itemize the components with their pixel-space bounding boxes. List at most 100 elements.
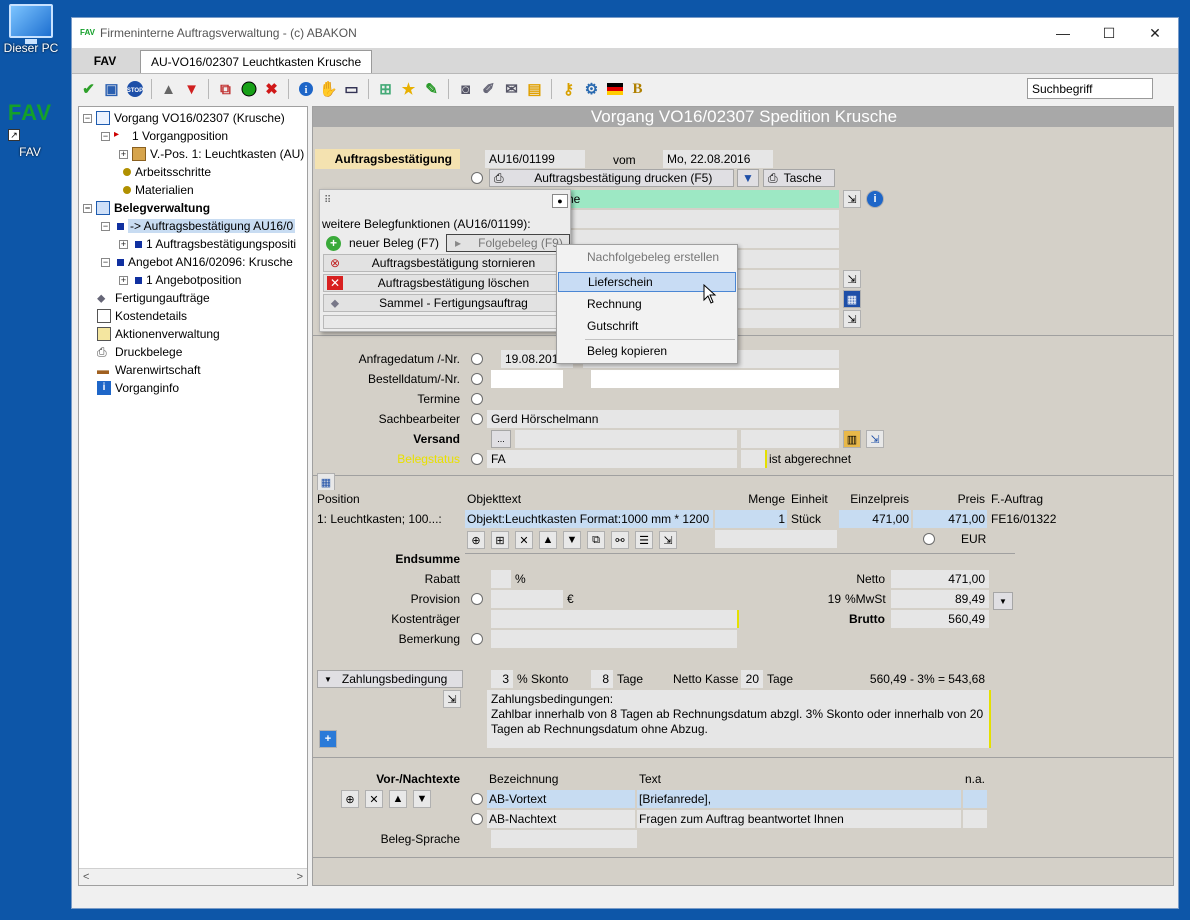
tree-item-auftragsbestaetigung[interactable]: − -> Auftragsbestätigung AU16/0 (101, 217, 296, 235)
german-flag-icon[interactable] (604, 78, 625, 100)
mwst-dropdown-icon[interactable]: ▼ (993, 592, 1013, 610)
belegstatus-radio[interactable] (471, 453, 483, 465)
position-extra-field[interactable] (715, 530, 837, 548)
print-dropdown-button[interactable]: ▼ (737, 169, 759, 187)
cell-einzelpreis[interactable]: 471,00 (839, 510, 911, 528)
tree-horizontal-scrollbar[interactable]: < > (79, 868, 307, 885)
provision-field[interactable] (491, 590, 563, 608)
bold-b-icon[interactable]: B (627, 78, 648, 100)
bemerkung-field[interactable] (491, 630, 737, 648)
tree-item-arbeitsschritte[interactable]: Arbeitsschritte (119, 163, 211, 181)
add-position-icon[interactable]: ⊕ (467, 531, 485, 549)
tree-item-materialien[interactable]: Materialien (119, 181, 194, 199)
sachbearbeiter-radio[interactable] (471, 413, 483, 425)
tree-item-druckbelege[interactable]: ⎙ Druckbelege (97, 343, 182, 361)
zahlungsbedingung-text[interactable]: Zahlungsbedingungen: Zahlbar innerhalb v… (487, 690, 989, 748)
settings-icon[interactable]: ⚙ (581, 78, 602, 100)
remove-text-icon[interactable]: ✕ (365, 790, 383, 808)
versand-extra-field[interactable] (741, 430, 839, 448)
camera-icon[interactable]: ◙ (455, 78, 476, 100)
cell-position[interactable]: 1: Leuchtkasten; 100...: (315, 510, 463, 528)
tree-item-vorganginfo[interactable]: i Vorganginfo (97, 379, 179, 397)
calendar-icon[interactable]: ▦ (317, 473, 335, 491)
expand-icon[interactable]: + (119, 149, 128, 159)
sammel-button[interactable]: ⬥ Sammel - Fertigungsauftrag (323, 294, 559, 312)
cell-objekttext[interactable]: Objekt:Leuchtkasten Format:1000 mm * 120… (465, 510, 713, 528)
tree-item-aktionen[interactable]: Aktionenverwaltung (97, 325, 220, 343)
new-document-icon[interactable]: ⧉ (215, 78, 236, 100)
belegstatus-field[interactable]: FA (487, 450, 737, 468)
tree-item-vorgangposition[interactable]: − ▸ 1 Vorgangposition (101, 127, 228, 145)
pin-icon[interactable]: ✎ (421, 78, 442, 100)
zahlungsbedingung-button[interactable]: ▼ Zahlungsbedingung (317, 670, 463, 688)
termine-radio[interactable] (471, 393, 483, 405)
arrow-up-icon[interactable]: ▲ (158, 78, 179, 100)
tree-item-kosten[interactable]: Kostendetails (97, 307, 187, 325)
copy-position-icon[interactable]: ⧉ (587, 531, 605, 549)
neuer-beleg-button[interactable]: + neuer Beleg (F7) (323, 234, 441, 252)
scroll-right-icon[interactable]: > (297, 871, 303, 883)
print-button[interactable]: ⎙ Auftragsbestätigung drucken (F5) (489, 169, 734, 187)
collapse-icon[interactable]: − (101, 257, 110, 267)
tree-item-vorgang[interactable]: − Vorgang VO16/02307 (Krusche) (83, 109, 285, 127)
key-icon[interactable]: ⚷ (558, 78, 579, 100)
mwst-rate[interactable]: 19 (817, 592, 841, 606)
folgebeleg-button[interactable]: ▸ Folgebeleg (F9) (446, 234, 570, 252)
menu-item-gutschrift[interactable]: Gutschrift (558, 316, 736, 336)
rabatt-field[interactable] (491, 570, 511, 588)
export-icon[interactable]: ⇲ (443, 690, 461, 708)
link-icon[interactable]: ⚯ (611, 531, 629, 549)
skonto-field[interactable]: 3 (491, 670, 513, 688)
abgerechnet-checkbox[interactable] (741, 450, 765, 468)
monitor-icon[interactable]: ▭ (341, 78, 362, 100)
delete-icon[interactable]: ✖ (261, 78, 282, 100)
fav-desktop-icon[interactable]: FAV ↗ FAV (2, 100, 58, 159)
export-icon[interactable]: ⇲ (843, 310, 861, 328)
stornieren-button[interactable]: ⊗ Auftragsbestätigung stornieren (323, 254, 559, 272)
info-icon[interactable]: i (866, 190, 884, 208)
close-button[interactable]: ✕ (1132, 18, 1178, 48)
col-einheit[interactable]: Einheit (789, 490, 837, 508)
remove-position-icon[interactable]: ✕ (515, 531, 533, 549)
export-icon[interactable]: ⇲ (843, 270, 861, 288)
calendar-icon[interactable]: ▦ (843, 290, 861, 308)
provision-radio[interactable] (471, 593, 483, 605)
col-fauftrag[interactable]: F.-Auftrag (989, 490, 1063, 508)
export-icon[interactable]: ⇲ (843, 190, 861, 208)
anfrage-radio[interactable] (471, 353, 483, 365)
star-icon[interactable]: ★ (398, 78, 419, 100)
maximize-button[interactable]: ☐ (1086, 18, 1132, 48)
green-circle-icon[interactable] (238, 78, 259, 100)
move-down-icon[interactable]: ▼ (413, 790, 431, 808)
document-export-icon[interactable]: ⇲ (866, 430, 884, 448)
cell-bezeichnung[interactable]: AB-Vortext (487, 790, 635, 808)
edit-icon[interactable]: ✐ (478, 78, 499, 100)
cell-preis[interactable]: 471,00 (913, 510, 987, 528)
tab-document[interactable]: AU-VO16/02307 Leuchtkasten Krusche (140, 50, 373, 73)
package-icon[interactable]: ▥ (843, 430, 861, 448)
info-icon[interactable]: i (295, 78, 316, 100)
this-pc-desktop-icon[interactable]: Dieser PC (2, 2, 60, 55)
arrow-down-icon[interactable]: ▼ (181, 78, 202, 100)
col-objekttext[interactable]: Objekttext (465, 490, 713, 508)
plus-icon[interactable]: + (319, 730, 337, 748)
customer-name-field[interactable]: he (563, 190, 839, 208)
drag-handle-icon[interactable]: ⠿ (324, 195, 332, 206)
ab-number-field[interactable]: AU16/01199 (485, 150, 585, 168)
expand-icon[interactable]: + (119, 275, 128, 285)
col-bezeichnung[interactable]: Bezeichnung (487, 770, 635, 788)
note-icon[interactable]: ▤ (524, 78, 545, 100)
cell-na[interactable] (963, 790, 987, 808)
tree-item-fertigung[interactable]: ⬥ Fertigungaufträge (97, 289, 210, 307)
tree-item-angebotposition[interactable]: + 1 Angebotposition (119, 271, 241, 289)
date-field[interactable]: Mo, 22.08.2016 (663, 150, 773, 168)
tree-item-belegverwaltung[interactable]: − Belegverwaltung (83, 199, 210, 217)
export-icon[interactable]: ⇲ (659, 531, 677, 549)
move-up-icon[interactable]: ▲ (539, 531, 557, 549)
cell-na[interactable] (963, 810, 987, 828)
versand-select-button[interactable]: ... (491, 430, 511, 448)
col-text[interactable]: Text (637, 770, 961, 788)
collapse-icon[interactable]: − (101, 131, 110, 141)
kostentraeger-field[interactable] (491, 610, 737, 628)
stop-icon[interactable]: STOP (124, 78, 145, 100)
